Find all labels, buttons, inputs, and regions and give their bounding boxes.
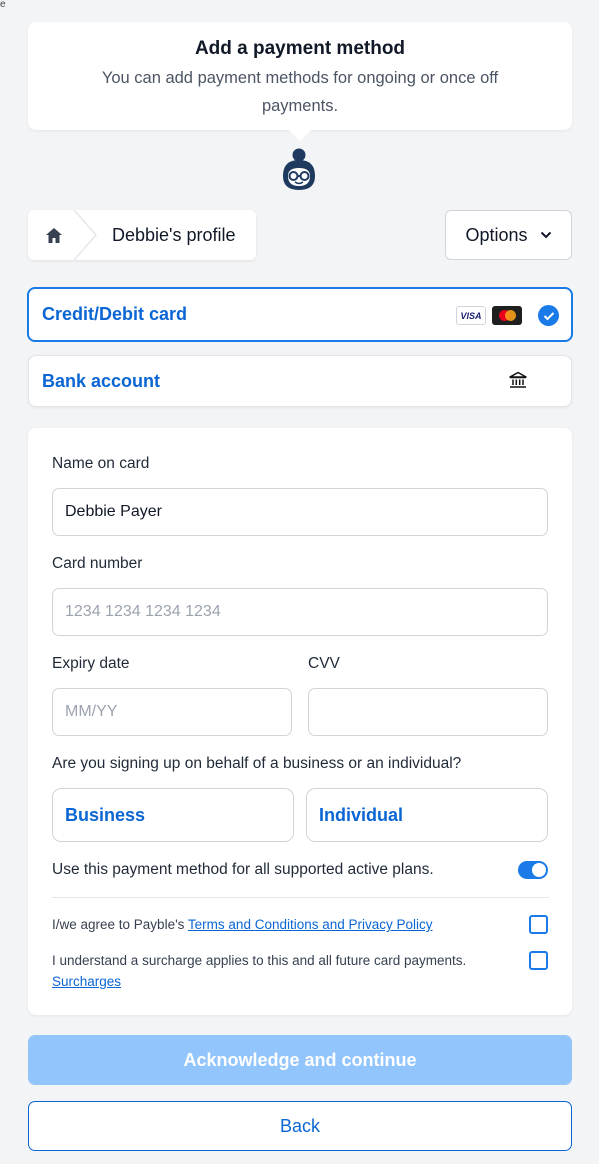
header-card: Add a payment method You can add payment… [28, 22, 572, 130]
card-number-input[interactable] [52, 588, 548, 636]
card-brand-icons: VISA [456, 305, 559, 326]
use-for-all-plans-label: Use this payment method for all supporte… [52, 861, 434, 878]
divider [52, 897, 549, 898]
page-subtitle: You can add payment methods for ongoing … [101, 69, 499, 115]
method-credit-card[interactable]: Credit/Debit card VISA [27, 287, 573, 342]
breadcrumb-separator [73, 210, 97, 260]
terms-text: I/we agree to Payble's Terms and Conditi… [52, 914, 433, 935]
business-option[interactable]: Business [52, 788, 294, 842]
home-icon [46, 227, 62, 243]
surcharge-checkbox[interactable] [529, 951, 548, 970]
corner-mark: e [0, 0, 6, 10]
bank-icon [509, 371, 527, 388]
method-bank-account-label: Bank account [42, 370, 161, 391]
card-number-label: Card number [52, 555, 143, 572]
individual-option[interactable]: Individual [306, 788, 548, 842]
check-circle-icon [538, 305, 559, 326]
use-for-all-plans-toggle[interactable] [518, 861, 548, 879]
terms-prefix: I/we agree to Payble's [52, 917, 188, 932]
terms-link[interactable]: Terms and Conditions and Privacy Policy [188, 917, 433, 932]
back-button[interactable]: Back [28, 1101, 572, 1151]
cvv-label: CVV [308, 655, 340, 672]
mastercard-logo [492, 306, 522, 325]
expiry-date-label: Expiry date [52, 655, 130, 672]
avatar-icon [283, 148, 315, 190]
visa-logo: VISA [456, 306, 486, 325]
options-label: Options [465, 224, 528, 245]
expiry-date-input[interactable] [52, 688, 292, 736]
entity-question: Are you signing up on behalf of a busine… [52, 755, 462, 772]
method-credit-card-label: Credit/Debit card [42, 304, 188, 324]
page-title: Add a payment method [194, 38, 406, 59]
breadcrumb-profile[interactable]: Debbie's profile [112, 225, 236, 246]
surcharge-statement: I understand a surcharge applies to this… [52, 953, 467, 968]
method-bank-account[interactable]: Bank account [28, 355, 572, 407]
cvv-input[interactable] [308, 688, 548, 736]
card-form: Name on card Card number Expiry date CVV… [28, 428, 572, 1015]
terms-checkbox[interactable] [529, 915, 548, 934]
breadcrumb: Debbie's profile [28, 210, 256, 260]
chevron-down-icon [540, 231, 551, 239]
acknowledge-continue-button[interactable]: Acknowledge and continue [28, 1035, 572, 1085]
options-button[interactable]: Options [445, 210, 572, 260]
surcharges-link[interactable]: Surcharges [52, 974, 121, 989]
name-on-card-input[interactable] [52, 488, 548, 536]
name-on-card-label: Name on card [52, 455, 150, 472]
surcharge-text: I understand a surcharge applies to this… [52, 950, 502, 992]
